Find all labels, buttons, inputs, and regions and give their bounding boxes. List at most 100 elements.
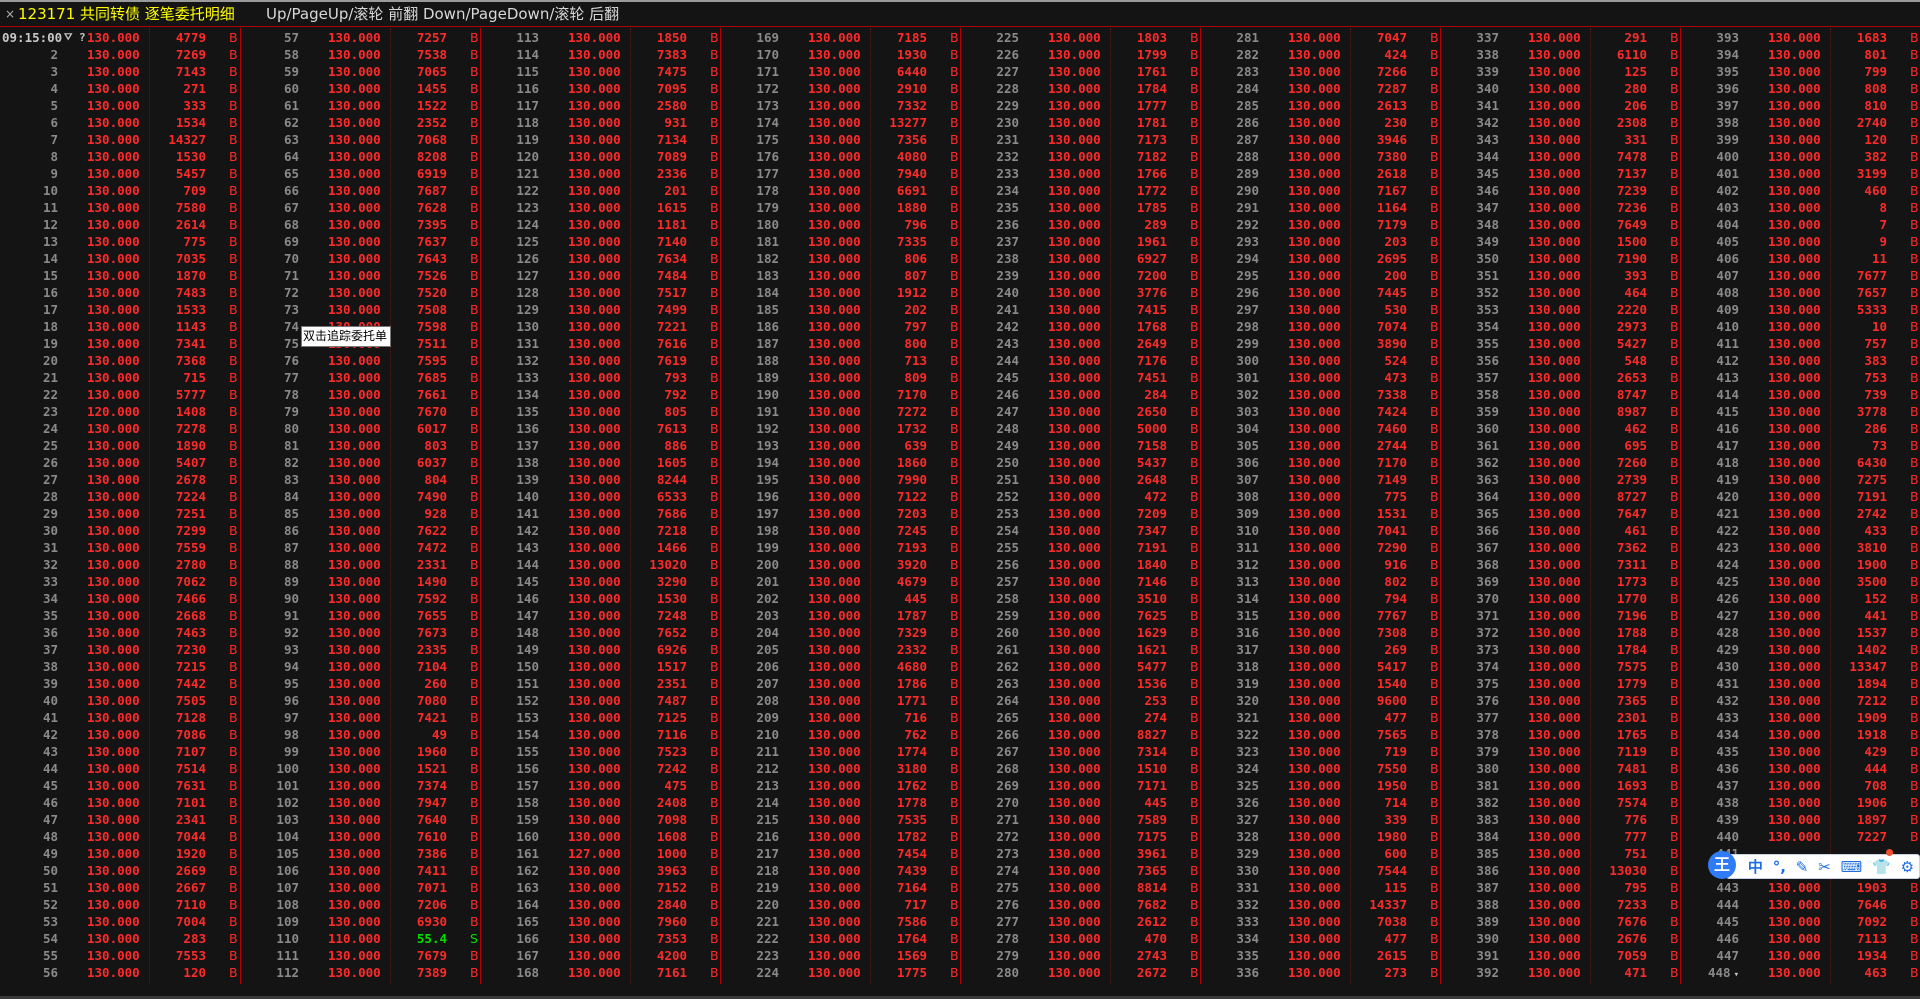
table-row[interactable]: 438 130.000 1906 B	[1681, 794, 1920, 811]
table-row[interactable]: 96 130.000 7080 B	[241, 692, 481, 709]
table-row[interactable]: 331 130.000 115 B	[1201, 879, 1441, 896]
table-row[interactable]: 105 130.000 7386 B	[241, 845, 481, 862]
table-row[interactable]: 121 130.000 2336 B	[481, 165, 721, 182]
table-row[interactable]: 279 130.000 2743 B	[961, 947, 1201, 964]
table-row[interactable]: 82 130.000 6037 B	[241, 454, 481, 471]
table-row[interactable]: 165 130.000 7960 B	[481, 913, 721, 930]
table-row[interactable]: 209 130.000 716 B	[721, 709, 961, 726]
table-row[interactable]: 170 130.000 1930 B	[721, 46, 961, 63]
table-row[interactable]: 425 130.000 3500 B	[1681, 573, 1920, 590]
table-row[interactable]: 268 130.000 1510 B	[961, 760, 1201, 777]
table-row[interactable]: 104 130.000 7610 B	[241, 828, 481, 845]
ime-toolbar[interactable]: 中 °, ✎ ✂ ⌨ 👕 ⚙ 王	[1708, 849, 1920, 881]
table-row[interactable]: 137 130.000 886 B	[481, 437, 721, 454]
table-row[interactable]: 154 130.000 7116 B	[481, 726, 721, 743]
table-row[interactable]: 410 130.000 10 B	[1681, 318, 1920, 335]
table-row[interactable]: 332 130.000 14337 B	[1201, 896, 1441, 913]
table-row[interactable]: 301 130.000 473 B	[1201, 369, 1441, 386]
table-row[interactable]: 24 130.000 7278 B	[0, 420, 240, 437]
table-row[interactable]: 32 130.000 2780 B	[0, 556, 240, 573]
table-row[interactable]: 444 130.000 7646 B	[1681, 896, 1920, 913]
table-row[interactable]: 415 130.000 3778 B	[1681, 403, 1920, 420]
table-row[interactable]: 117 130.000 2580 B	[481, 97, 721, 114]
table-row[interactable]: 411 130.000 757 B	[1681, 335, 1920, 352]
table-row[interactable]: 87 130.000 7472 B	[241, 539, 481, 556]
table-row[interactable]: 342 130.000 2308 B	[1441, 114, 1681, 131]
table-row[interactable]: 196 130.000 7122 B	[721, 488, 961, 505]
table-row[interactable]: 336 130.000 273 B	[1201, 964, 1441, 981]
table-row[interactable]: 107 130.000 7071 B	[241, 879, 481, 896]
table-row[interactable]: 33 130.000 7062 B	[0, 573, 240, 590]
table-row[interactable]: 266 130.000 8827 B	[961, 726, 1201, 743]
table-row[interactable]: 398 130.000 2740 B	[1681, 114, 1920, 131]
table-row[interactable]: 113 130.000 1850 B	[481, 29, 721, 46]
table-row[interactable]: 430 130.000 13347 B	[1681, 658, 1920, 675]
table-row[interactable]: 395 130.000 799 B	[1681, 63, 1920, 80]
table-row[interactable]: 47 130.000 2341 B	[0, 811, 240, 828]
table-row[interactable]: 446 130.000 7113 B	[1681, 930, 1920, 947]
table-row[interactable]: 314 130.000 794 B	[1201, 590, 1441, 607]
table-row[interactable]: 98 130.000 49 B	[241, 726, 481, 743]
table-row[interactable]: 92 130.000 7673 B	[241, 624, 481, 641]
table-row[interactable]: 401 130.000 3199 B	[1681, 165, 1920, 182]
pen-icon[interactable]: ✎	[1796, 858, 1809, 876]
table-row[interactable]: 201 130.000 4679 B	[721, 573, 961, 590]
table-row[interactable]: 390 130.000 2676 B	[1441, 930, 1681, 947]
table-row[interactable]: 198 130.000 7245 B	[721, 522, 961, 539]
table-row[interactable]: 339 130.000 125 B	[1441, 63, 1681, 80]
table-row[interactable]: 101 130.000 7374 B	[241, 777, 481, 794]
table-row[interactable]: 210 130.000 762 B	[721, 726, 961, 743]
table-row[interactable]: 233 130.000 1766 B	[961, 165, 1201, 182]
table-row[interactable]: 405 130.000 9 B	[1681, 233, 1920, 250]
table-row[interactable]: 43 130.000 7107 B	[0, 743, 240, 760]
table-row[interactable]: 63 130.000 7068 B	[241, 131, 481, 148]
table-row[interactable]: 248 130.000 5000 B	[961, 420, 1201, 437]
table-row[interactable]: 129 130.000 7499 B	[481, 301, 721, 318]
table-row[interactable]: 292 130.000 7179 B	[1201, 216, 1441, 233]
table-row[interactable]: 208 130.000 1771 B	[721, 692, 961, 709]
table-row[interactable]: 44 130.000 7514 B	[0, 760, 240, 777]
table-row[interactable]: 19 130.000 7341 B	[0, 335, 240, 352]
table-row[interactable]: 282 130.000 424 B	[1201, 46, 1441, 63]
table-row[interactable]: 436 130.000 444 B	[1681, 760, 1920, 777]
table-row[interactable]: 164 130.000 2840 B	[481, 896, 721, 913]
table-row[interactable]: 202 130.000 445 B	[721, 590, 961, 607]
table-row[interactable]: 49 130.000 1920 B	[0, 845, 240, 862]
table-row[interactable]: 243 130.000 2649 B	[961, 335, 1201, 352]
table-row[interactable]: 277 130.000 2612 B	[961, 913, 1201, 930]
table-row[interactable]: 310 130.000 7041 B	[1201, 522, 1441, 539]
table-row[interactable]: 80 130.000 6017 B	[241, 420, 481, 437]
table-row[interactable]: 183 130.000 807 B	[721, 267, 961, 284]
ime-toolbar-bar[interactable]: 中 °, ✎ ✂ ⌨ 👕 ⚙	[1726, 854, 1920, 879]
table-row[interactable]: 389 130.000 7676 B	[1441, 913, 1681, 930]
table-row[interactable]: 211 130.000 1774 B	[721, 743, 961, 760]
table-row[interactable]: 12 130.000 2614 B	[0, 216, 240, 233]
table-row[interactable]: 62 130.000 2352 B	[241, 114, 481, 131]
table-row[interactable]: 297 130.000 530 B	[1201, 301, 1441, 318]
table-row[interactable]: 50 130.000 2669 B	[0, 862, 240, 879]
table-row[interactable]: 234 130.000 1772 B	[961, 182, 1201, 199]
table-row[interactable]: 371 130.000 7196 B	[1441, 607, 1681, 624]
table-row[interactable]: 118 130.000 931 B	[481, 114, 721, 131]
table-row[interactable]: 222 130.000 1764 B	[721, 930, 961, 947]
table-row[interactable]: 250 130.000 5437 B	[961, 454, 1201, 471]
table-row[interactable]: 244 130.000 7176 B	[961, 352, 1201, 369]
table-row[interactable]: 59 130.000 7065 B	[241, 63, 481, 80]
table-row[interactable]: 240 130.000 3776 B	[961, 284, 1201, 301]
table-row[interactable]: 274 130.000 7365 B	[961, 862, 1201, 879]
table-row[interactable]: 54 130.000 283 B	[0, 930, 240, 947]
help-icon[interactable]: ?	[79, 29, 86, 46]
table-row[interactable]: 384 130.000 777 B	[1441, 828, 1681, 845]
table-row[interactable]: 38 130.000 7215 B	[0, 658, 240, 675]
table-row[interactable]: 119 130.000 7134 B	[481, 131, 721, 148]
table-row[interactable]: 103 130.000 7640 B	[241, 811, 481, 828]
table-row[interactable]: 39 130.000 7442 B	[0, 675, 240, 692]
table-row[interactable]: 378 130.000 1765 B	[1441, 726, 1681, 743]
table-row[interactable]: 269 130.000 7171 B	[961, 777, 1201, 794]
table-row[interactable]: 294 130.000 2695 B	[1201, 250, 1441, 267]
table-row[interactable]: 131 130.000 7616 B	[481, 335, 721, 352]
table-row[interactable]: 386 130.000 13030 B	[1441, 862, 1681, 879]
table-row[interactable]: 219 130.000 7164 B	[721, 879, 961, 896]
table-row[interactable]: 110 110.000 55.4 S	[241, 930, 481, 947]
table-row[interactable]: 167 130.000 4200 B	[481, 947, 721, 964]
